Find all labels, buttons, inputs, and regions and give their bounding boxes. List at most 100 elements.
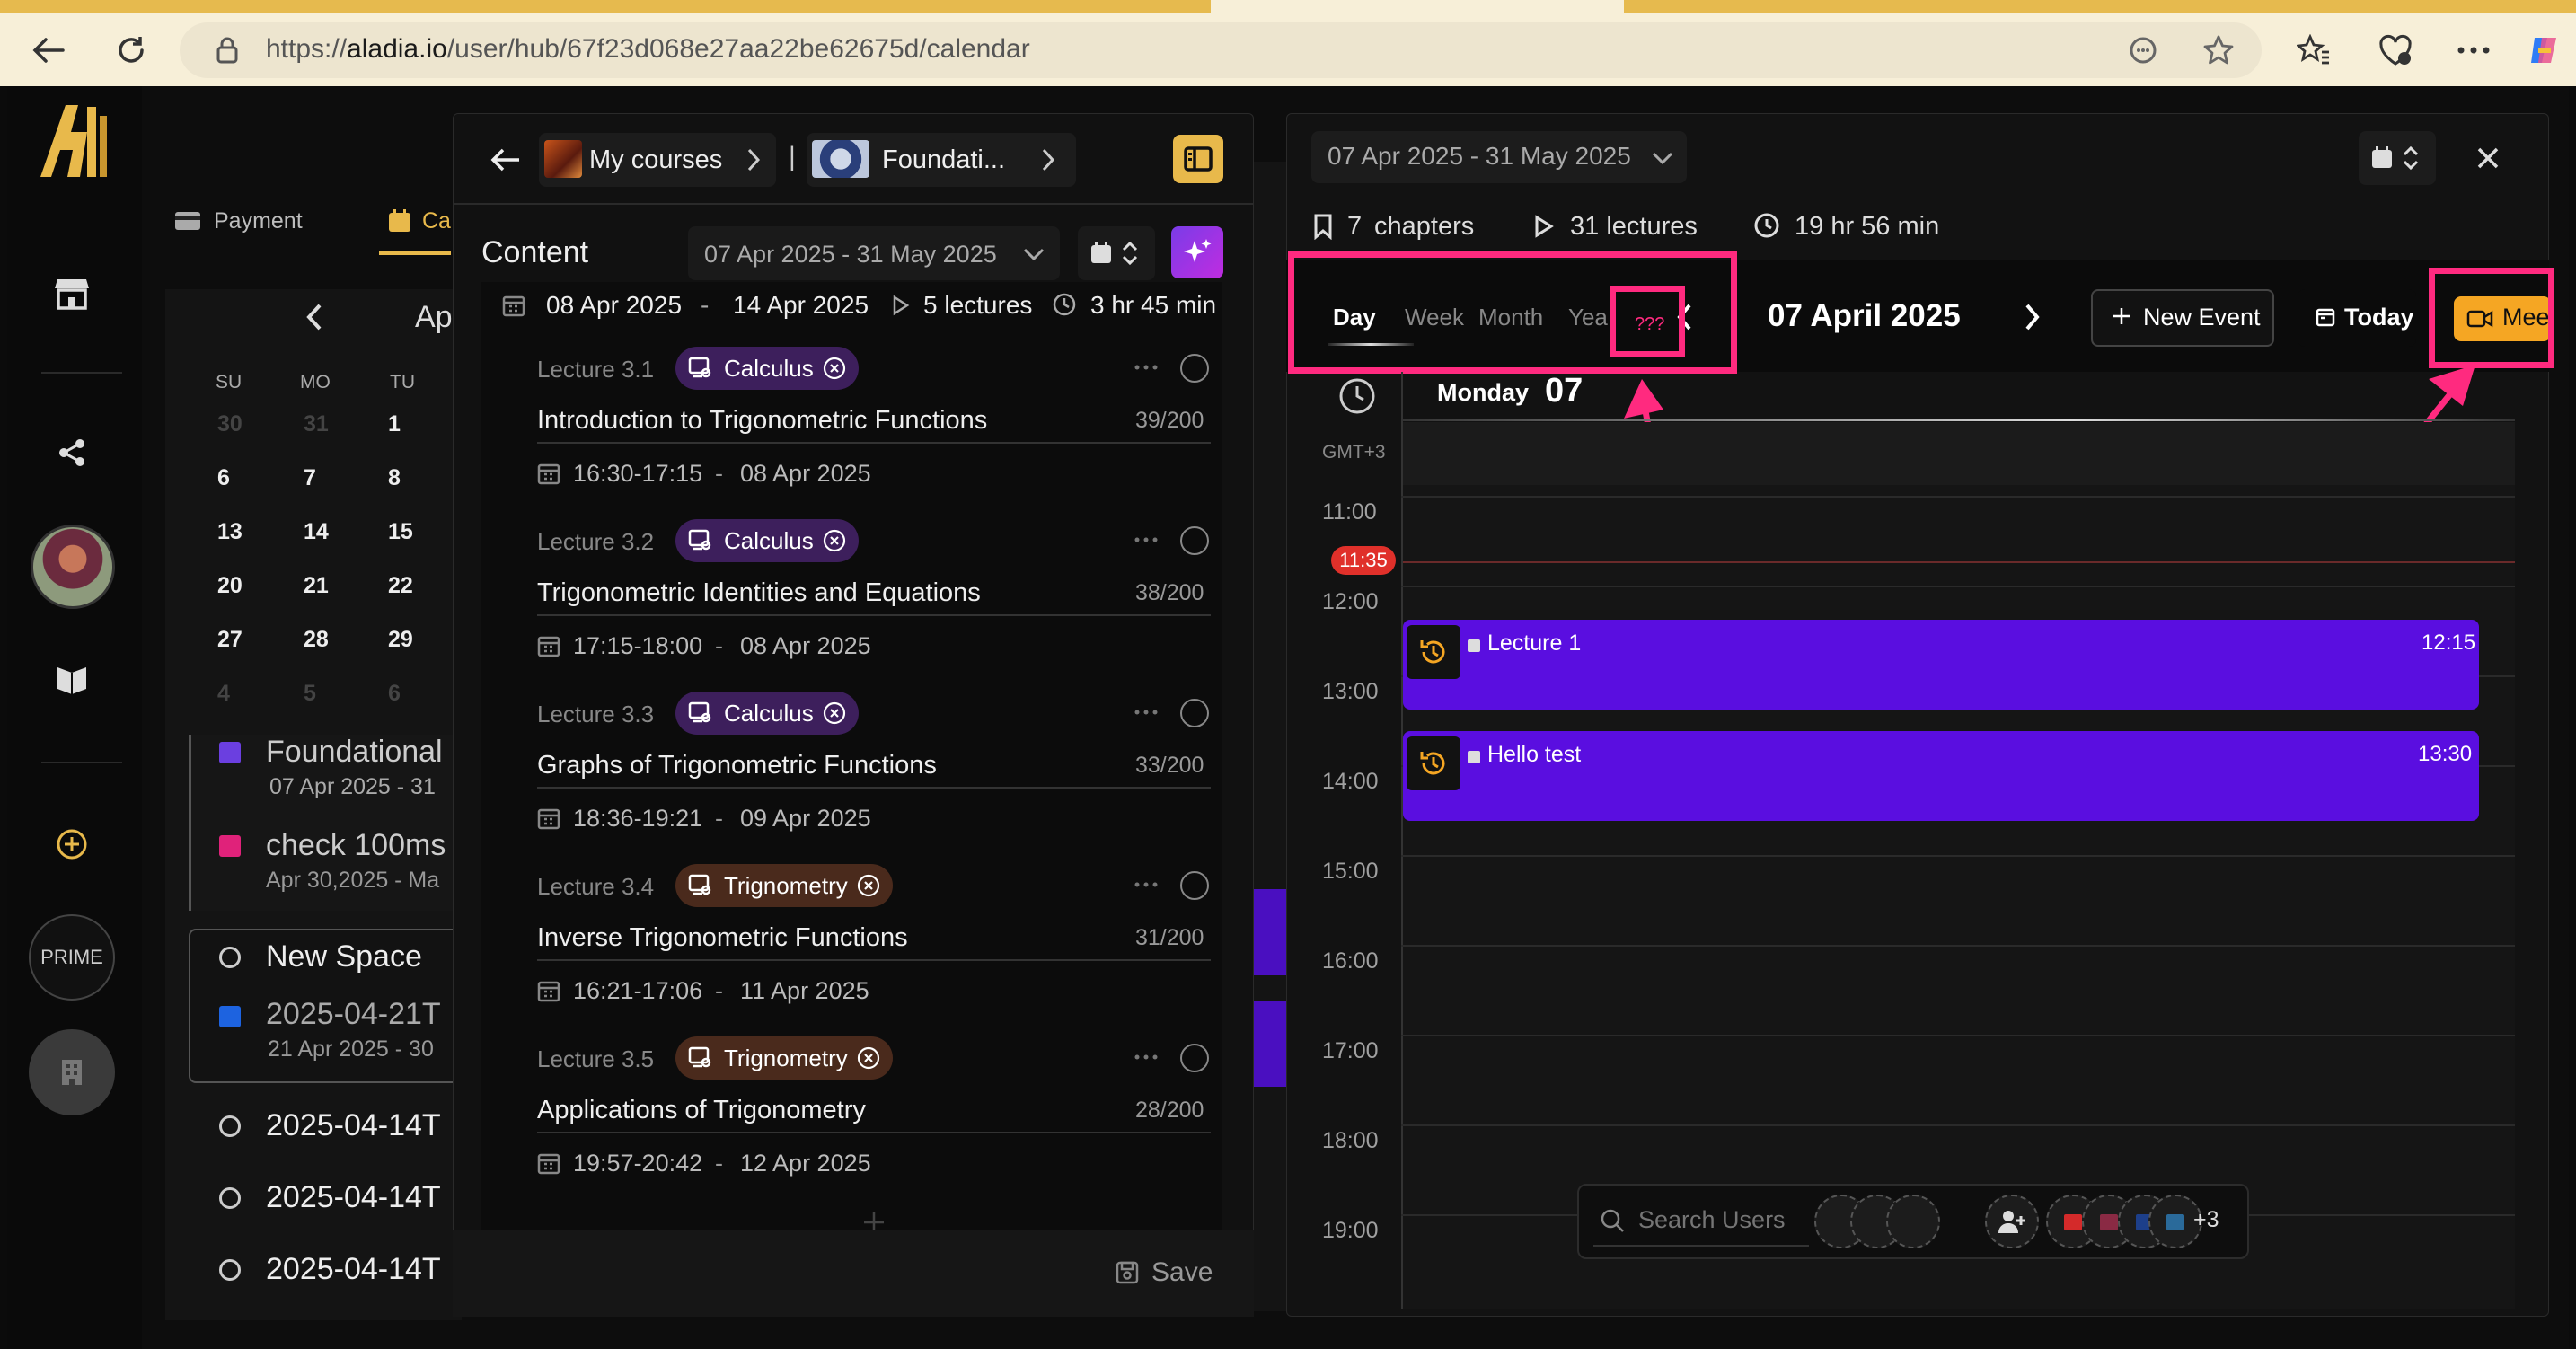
lecture-divider: [537, 442, 1211, 444]
back-icon[interactable]: [485, 142, 526, 178]
remove-tag-icon[interactable]: [823, 701, 846, 725]
lecture-tag[interactable]: Calculus: [675, 347, 859, 390]
calendar-toggle-button[interactable]: [1078, 226, 1155, 280]
favorites-icon[interactable]: [2296, 32, 2332, 68]
lecture-checkbox[interactable]: [1180, 526, 1209, 555]
avatar[interactable]: [31, 525, 115, 609]
day-number: 07: [1545, 372, 1584, 410]
star-icon[interactable]: [2201, 32, 2236, 68]
lecture-tag[interactable]: Calculus: [675, 519, 859, 562]
mini-calendar-day[interactable]: 15: [388, 519, 413, 545]
lecture-tag[interactable]: Calculus: [675, 692, 859, 735]
card-icon[interactable]: [172, 208, 203, 234]
space-title[interactable]: Foundational: [266, 735, 443, 770]
mini-calendar-day[interactable]: 14: [304, 519, 329, 545]
lecture-title[interactable]: Graphs of Trigonometric Functions: [537, 751, 937, 780]
more-icon[interactable]: [1130, 526, 1162, 553]
more-menu-icon[interactable]: [2454, 36, 2493, 65]
cal-view-toggle-button[interactable]: [2359, 131, 2436, 185]
emoji-icon[interactable]: [2127, 34, 2159, 66]
mini-calendar-day[interactable]: 1: [388, 411, 401, 437]
space-title[interactable]: check 100ms: [266, 828, 446, 863]
mini-calendar-day[interactable]: 5: [304, 681, 316, 707]
user-avatar[interactable]: [1886, 1195, 1940, 1248]
more-icon[interactable]: [1130, 1044, 1162, 1071]
mini-calendar-day[interactable]: 28: [304, 627, 329, 653]
url-text[interactable]: https://aladia.io/user/hub/67f23d068e27a…: [266, 34, 1030, 65]
new-space-item-sub: 21 Apr 2025 - 30: [268, 1036, 434, 1062]
tab-payment[interactable]: Payment: [214, 208, 303, 234]
mini-calendar-day[interactable]: 27: [217, 627, 243, 653]
save-button[interactable]: Save: [1151, 1257, 1213, 1288]
lecture-title[interactable]: Introduction to Trigonometric Functions: [537, 406, 987, 436]
more-icon[interactable]: [1130, 354, 1162, 381]
health-icon[interactable]: [2377, 32, 2414, 68]
remove-tag-icon[interactable]: [857, 874, 880, 897]
prev-month-icon[interactable]: [298, 298, 331, 336]
radio-icon[interactable]: [219, 1259, 241, 1281]
store-icon[interactable]: [50, 273, 93, 313]
panel-divider: [453, 203, 1254, 205]
hour-label: 18:00: [1322, 1128, 1379, 1153]
mini-calendar-day[interactable]: 20: [217, 573, 243, 599]
lecture-checkbox[interactable]: [1180, 1044, 1209, 1072]
radio-icon[interactable]: [219, 1115, 241, 1137]
mini-calendar-day[interactable]: 21: [304, 573, 329, 599]
new-space-item-title[interactable]: 2025-04-21T: [266, 997, 441, 1032]
mini-calendar-day[interactable]: 30: [217, 411, 243, 437]
lecture-tag[interactable]: Trignometry: [675, 1036, 893, 1080]
more-icon[interactable]: [1130, 871, 1162, 898]
remove-tag-icon[interactable]: [823, 529, 846, 552]
lecture-title[interactable]: Inverse Trigonometric Functions: [537, 923, 908, 953]
save-icon[interactable]: [1114, 1259, 1141, 1286]
lecture-checkbox[interactable]: [1180, 354, 1209, 383]
lecture-title[interactable]: Applications of Trigonometry: [537, 1096, 866, 1125]
ai-sparkle-button[interactable]: [1171, 226, 1223, 278]
mini-calendar-day[interactable]: 6: [217, 465, 230, 491]
extra-users-count: +3: [2193, 1207, 2219, 1232]
share-icon[interactable]: [52, 433, 92, 472]
new-space-title[interactable]: New Space: [266, 939, 422, 974]
remove-tag-icon[interactable]: [823, 357, 846, 380]
next-day-icon[interactable]: [2021, 300, 2044, 334]
lecture-checkbox[interactable]: [1180, 699, 1209, 727]
remove-tag-icon[interactable]: [857, 1046, 880, 1070]
mini-calendar-day[interactable]: 31: [304, 411, 329, 437]
more-icon[interactable]: [1130, 699, 1162, 726]
mini-calendar-day[interactable]: 22: [388, 573, 413, 599]
mini-calendar-day[interactable]: 4: [217, 681, 230, 707]
lecture-tag[interactable]: Trignometry: [675, 864, 893, 907]
book-icon[interactable]: [50, 661, 93, 701]
tab-calendar[interactable]: Ca: [422, 208, 451, 234]
radio-icon[interactable]: [219, 1187, 241, 1209]
search-users-input[interactable]: [1638, 1200, 1809, 1239]
copilot-icon[interactable]: [2524, 31, 2563, 70]
prime-badge[interactable]: PRIME: [29, 914, 115, 1001]
breadcrumb-label: Foundati...: [882, 145, 1006, 174]
mini-calendar-day[interactable]: 29: [388, 627, 413, 653]
mini-calendar-day[interactable]: 6: [388, 681, 401, 707]
mini-calendar-day[interactable]: 8: [388, 465, 401, 491]
list-item[interactable]: 2025-04-14T: [266, 1252, 441, 1287]
add-user-icon[interactable]: [1985, 1195, 2039, 1248]
logo-icon[interactable]: [34, 97, 111, 183]
mini-calendar-day[interactable]: 7: [304, 465, 316, 491]
list-item[interactable]: 2025-04-14T: [266, 1180, 441, 1215]
lecture-date: 09 Apr 2025: [740, 805, 871, 832]
lock-icon[interactable]: [212, 34, 243, 66]
add-circle-icon[interactable]: [54, 826, 90, 862]
calendar-icon[interactable]: [386, 208, 413, 234]
reload-icon[interactable]: [110, 29, 153, 72]
building-icon[interactable]: [29, 1029, 115, 1115]
radio-icon[interactable]: [219, 947, 241, 968]
lecture-title[interactable]: Trigonometric Identities and Equations: [537, 578, 981, 608]
back-arrow-icon[interactable]: [27, 31, 70, 70]
list-item[interactable]: 2025-04-14T: [266, 1108, 441, 1143]
lecture-checkbox[interactable]: [1180, 871, 1209, 900]
cal-date-range-value: 07 Apr 2025 - 31 May 2025: [1328, 142, 1631, 170]
close-icon[interactable]: [2470, 140, 2506, 176]
sidebar-toggle-icon[interactable]: [1173, 135, 1223, 183]
clock-icon: [1751, 210, 1782, 241]
calendar-icon: [535, 1150, 562, 1177]
mini-calendar-day[interactable]: 13: [217, 519, 243, 545]
